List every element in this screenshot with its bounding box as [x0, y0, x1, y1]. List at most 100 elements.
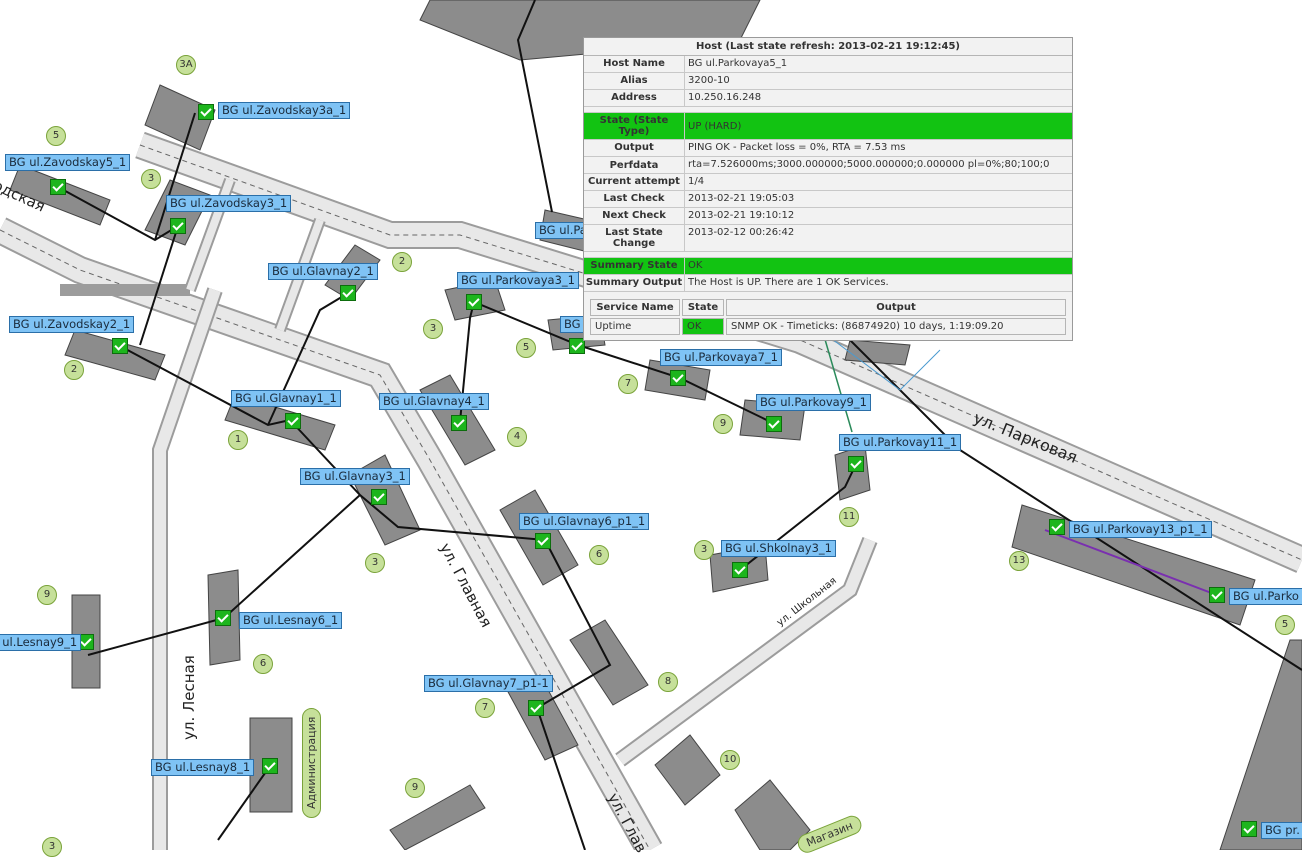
- row-value: 10.250.16.248: [688, 92, 762, 103]
- row-key: Summary State: [584, 258, 685, 274]
- host-label[interactable]: BG ul.Lesnay8_1: [151, 759, 255, 776]
- host-label[interactable]: BG ul.Glavnay4_1: [379, 393, 489, 410]
- host-label[interactable]: BG ul.Parkovaya7_1: [660, 349, 782, 366]
- house-number: 5: [516, 338, 536, 358]
- host-ok-icon[interactable]: [170, 218, 186, 234]
- host-label[interactable]: BG ul.Glavnay2_1: [268, 263, 378, 280]
- row-alias: Alias 3200-10: [584, 73, 1072, 90]
- row-key: Alias: [584, 73, 685, 89]
- row-state: State (State Type) UP (HARD): [584, 113, 1072, 140]
- host-ok-icon[interactable]: [340, 285, 356, 301]
- row-value: PING OK - Packet loss = 0%, RTA = 7.53 m…: [688, 142, 906, 153]
- row-address: Address 10.250.16.248: [584, 90, 1072, 107]
- house-number: 3: [141, 169, 161, 189]
- service-name: Uptime: [590, 318, 680, 335]
- host-ok-icon[interactable]: [215, 610, 231, 626]
- host-label[interactable]: BG ul.Parkovay9_1: [756, 394, 871, 411]
- host-ok-icon[interactable]: [848, 456, 864, 472]
- row-key: Host Name: [584, 56, 685, 72]
- host-ok-icon[interactable]: [262, 758, 278, 774]
- house-number: 2: [392, 252, 412, 272]
- host-ok-icon[interactable]: [1209, 587, 1225, 603]
- host-label[interactable]: BG ul.Parkovaya3_1: [457, 272, 579, 289]
- host-ok-icon[interactable]: [451, 415, 467, 431]
- host-ok-icon[interactable]: [535, 533, 551, 549]
- host-label[interactable]: BG ul.Zavodskay3a_1: [218, 102, 351, 119]
- row-value: UP (HARD): [685, 113, 1072, 139]
- row-value: 2013-02-21 19:05:03: [688, 193, 795, 204]
- host-ok-icon[interactable]: [528, 700, 544, 716]
- house-number: 3: [694, 540, 714, 560]
- host-ok-icon[interactable]: [371, 489, 387, 505]
- host-info-popup: Host (Last state refresh: 2013-02-21 19:…: [583, 37, 1073, 341]
- house-number: 9: [405, 778, 425, 798]
- host-ok-icon[interactable]: [198, 104, 214, 120]
- host-label[interactable]: BG ul.Zavodskay3_1: [166, 195, 292, 212]
- row-key: Next Check: [584, 208, 685, 224]
- host-label[interactable]: BG ul.Glavnay7_p1-1: [424, 675, 553, 692]
- host-label[interactable]: BG ul.Zavodskay5_1: [5, 154, 131, 171]
- house-number: 2: [64, 360, 84, 380]
- popup-title: Host (Last state refresh: 2013-02-21 19:…: [584, 38, 1072, 56]
- host-label[interactable]: BG ul.Glavnay1_1: [231, 390, 341, 407]
- host-label[interactable]: BG ul.Parkovay11_1: [839, 434, 962, 451]
- label-administration: Администрация: [302, 707, 321, 818]
- host-label[interactable]: BG ul.Shkolnay3_1: [721, 540, 836, 557]
- house-number: 13: [1009, 551, 1029, 571]
- host-ok-icon[interactable]: [285, 413, 301, 429]
- house-number: 3: [423, 319, 443, 339]
- row-value: The Host is UP. There are 1 OK Services.: [688, 277, 889, 288]
- row-value: 3200-10: [688, 75, 730, 86]
- row-last-state-change: Last State Change 2013-02-12 00:26:42: [584, 225, 1072, 252]
- house-number: 3А: [176, 55, 196, 75]
- host-ok-icon[interactable]: [766, 416, 782, 432]
- host-ok-icon[interactable]: [1241, 821, 1257, 837]
- host-label[interactable]: BG ul.Lesnay9_1: [0, 634, 82, 651]
- house-number: 3: [42, 837, 62, 857]
- host-ok-icon[interactable]: [732, 562, 748, 578]
- house-number: 8: [658, 672, 678, 692]
- host-ok-icon[interactable]: [1049, 519, 1065, 535]
- house-number: 9: [37, 585, 57, 605]
- host-label[interactable]: BG ul.Glavnay3_1: [300, 468, 410, 485]
- row-key: Last State Change: [584, 225, 685, 251]
- host-ok-icon[interactable]: [50, 179, 66, 195]
- row-value: 2013-02-12 00:26:42: [688, 227, 795, 238]
- house-number: 7: [475, 698, 495, 718]
- host-label[interactable]: BG ul.Glavnay6_p1_1: [519, 513, 650, 530]
- row-current-attempt: Current attempt 1/4: [584, 174, 1072, 191]
- row-value: BG ul.Parkovaya5_1: [688, 58, 788, 69]
- host-ok-icon[interactable]: [670, 370, 686, 386]
- row-key: State (State Type): [584, 113, 685, 139]
- row-value: 2013-02-21 19:10:12: [688, 210, 795, 221]
- row-value: 1/4: [688, 176, 705, 187]
- services-table: Service Name State Output Uptime OK SNMP…: [588, 297, 1068, 337]
- row-key: Summary Output: [584, 275, 685, 291]
- col-output: Output: [726, 299, 1066, 316]
- service-output: SNMP OK - Timeticks: (86874920) 10 days,…: [726, 318, 1066, 335]
- host-ok-icon[interactable]: [466, 294, 482, 310]
- house-number: 6: [253, 654, 273, 674]
- host-label[interactable]: BG ul.Lesnay6_1: [239, 612, 343, 629]
- row-output: Output PING OK - Packet loss = 0%, RTA = …: [584, 140, 1072, 157]
- host-label[interactable]: BG ul.Parko: [1229, 588, 1302, 605]
- house-number: 1: [228, 430, 248, 450]
- host-label[interactable]: BG: [560, 316, 585, 333]
- house-number: 11: [839, 507, 859, 527]
- row-key: Perfdata: [584, 157, 685, 173]
- row-key: Last Check: [584, 191, 685, 207]
- row-value: OK: [685, 258, 1072, 274]
- row-host-name: Host Name BG ul.Parkovaya5_1: [584, 56, 1072, 73]
- house-number: 6: [589, 545, 609, 565]
- host-label[interactable]: BG ul.Zavodskay2_1: [9, 316, 135, 333]
- row-key: Address: [584, 90, 685, 106]
- row-value: rta=7.526000ms;3000.000000;5000.000000;0…: [688, 159, 1050, 170]
- row-key: Output: [584, 140, 685, 156]
- service-state: OK: [682, 318, 724, 335]
- row-perfdata: Perfdata rta=7.526000ms;3000.000000;5000.…: [584, 157, 1072, 174]
- house-number: 5: [46, 126, 66, 146]
- house-number: 4: [507, 427, 527, 447]
- host-label[interactable]: BG pr.: [1261, 822, 1302, 839]
- host-label[interactable]: BG ul.Parkovay13_p1_1: [1069, 521, 1212, 538]
- host-ok-icon[interactable]: [112, 338, 128, 354]
